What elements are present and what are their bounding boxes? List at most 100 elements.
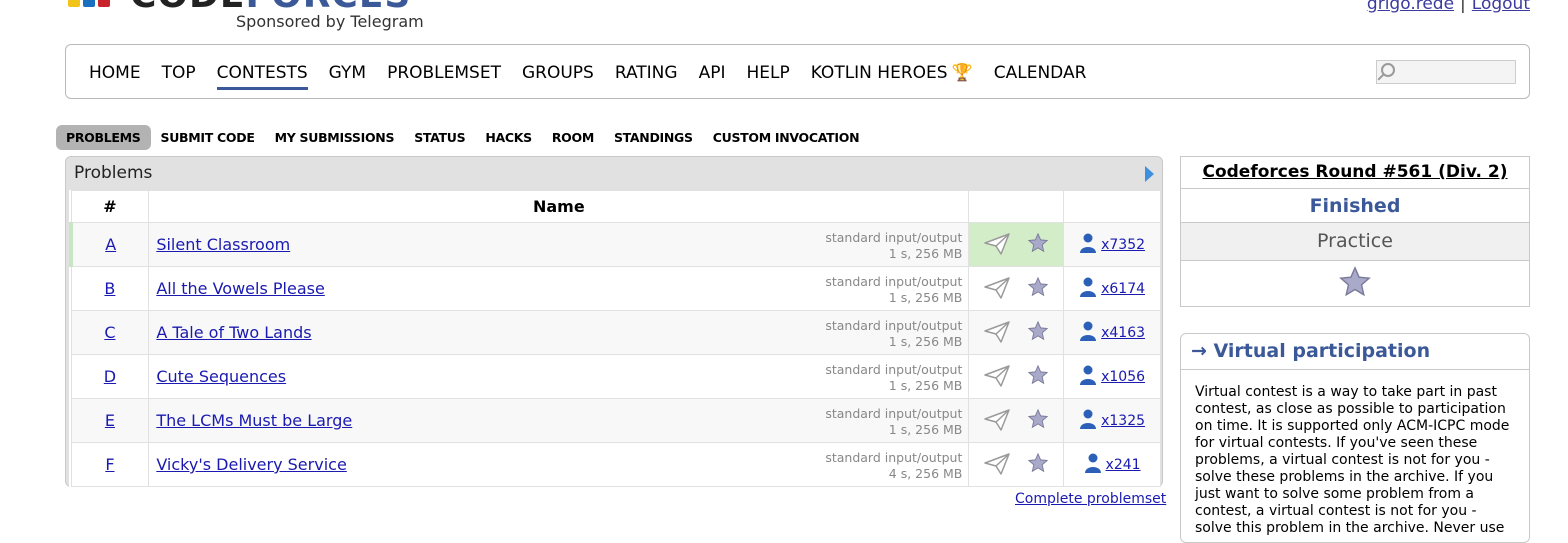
favourite-star-icon[interactable] xyxy=(1027,452,1049,478)
menu-item-gym[interactable]: GYM xyxy=(329,63,366,83)
problem-name-link[interactable]: Cute Sequences xyxy=(156,367,286,386)
problem-solved-cell: x1056 xyxy=(1063,354,1161,399)
problem-index-cell: C xyxy=(70,310,150,355)
problem-index-cell: F xyxy=(70,442,150,487)
menu-item-rating[interactable]: RATING xyxy=(615,63,678,83)
menu-item-home[interactable]: HOME xyxy=(89,63,141,83)
table-row: A Silent Classroom standard input/output 1 … xyxy=(69,222,1161,267)
submenu-item-room[interactable]: ROOM xyxy=(542,125,604,150)
sponsor-text: Sponsored by Telegram xyxy=(236,12,424,31)
user-icon xyxy=(1079,233,1097,257)
column-header-name: Name xyxy=(148,190,970,223)
submit-plane-icon[interactable] xyxy=(983,320,1011,348)
menu-item-label: HELP xyxy=(746,63,790,83)
expand-arrow-icon[interactable] xyxy=(1145,166,1154,182)
favourite-contest-row xyxy=(1181,261,1529,307)
table-row: B All the Vowels Please standard input/out… xyxy=(70,266,1161,311)
main-menu-list: HOME TOP CONTESTS GYM PROBLEMSET GROUPS RATING… xyxy=(89,63,1107,90)
problem-index-link[interactable]: F xyxy=(105,455,114,474)
submenu-item-problems[interactable]: PROBLEMS xyxy=(56,125,151,150)
solved-count-link[interactable]: x1325 xyxy=(1101,413,1145,429)
menu-item-kotlin-heroes[interactable]: KOTLIN HEROES 🏆 xyxy=(811,63,973,83)
menu-item-top[interactable]: TOP xyxy=(162,63,196,83)
table-row: D Cute Sequences standard input/output 1 s,… xyxy=(70,354,1161,399)
menu-item-label: HOME xyxy=(89,63,141,83)
submit-plane-icon[interactable] xyxy=(983,276,1011,304)
user-links-separator: | xyxy=(1460,0,1466,14)
menu-item-problemset[interactable]: PROBLEMSET xyxy=(387,63,501,83)
problem-io-text: standard input/output xyxy=(825,450,963,465)
contest-title-link[interactable]: Codeforces Round #561 (Div. 2) xyxy=(1202,162,1507,182)
favourite-star-icon[interactable] xyxy=(1027,408,1049,434)
problem-name-link[interactable]: A Tale of Two Lands xyxy=(156,323,311,342)
favourite-star-icon[interactable] xyxy=(1027,320,1049,346)
problem-solved-cell: x7352 xyxy=(1063,222,1161,267)
problem-name-link[interactable]: Vicky's Delivery Service xyxy=(156,455,346,474)
problem-index-cell: A xyxy=(69,222,150,267)
logo-blocks xyxy=(68,0,113,11)
solved-count-link[interactable]: x6174 xyxy=(1101,281,1145,297)
user-icon xyxy=(1079,365,1097,389)
menu-item-label: PROBLEMSET xyxy=(387,63,501,83)
submit-plane-icon[interactable] xyxy=(983,408,1011,436)
problem-name-link[interactable]: Silent Classroom xyxy=(156,235,290,254)
solved-count-link[interactable]: x241 xyxy=(1106,457,1141,473)
complete-problemset-link[interactable]: Complete problemset xyxy=(1015,491,1166,507)
submenu-item-status[interactable]: STATUS xyxy=(404,125,475,150)
problem-index-link[interactable]: C xyxy=(104,323,115,342)
problem-name-cell: Silent Classroom standard input/output 1 s… xyxy=(148,222,970,267)
problem-index-link[interactable]: E xyxy=(105,411,115,430)
problem-solved-cell: x6174 xyxy=(1063,266,1161,311)
problem-name-cell: Cute Sequences standard input/output 1 s, … xyxy=(148,354,970,399)
menu-item-groups[interactable]: GROUPS xyxy=(522,63,594,83)
submit-plane-icon[interactable] xyxy=(983,232,1011,260)
menu-item-label: API xyxy=(698,63,726,83)
menu-item-calendar[interactable]: CALENDAR xyxy=(994,63,1087,83)
menu-item-help[interactable]: HELP xyxy=(746,63,789,83)
problem-name-link[interactable]: All the Vowels Please xyxy=(156,279,324,298)
problem-index-link[interactable]: A xyxy=(105,235,116,254)
problem-solved-cell: x241 xyxy=(1063,442,1161,487)
problem-io-text: standard input/output xyxy=(825,230,963,245)
problem-limits: standard input/output 1 s, 256 MB xyxy=(825,362,962,394)
problem-index-link[interactable]: B xyxy=(104,279,115,298)
problem-io-text: standard input/output xyxy=(825,274,963,289)
problem-solved-cell: x4163 xyxy=(1063,310,1161,355)
submenu-item-hacks[interactable]: HACKS xyxy=(475,125,542,150)
favourite-star-icon[interactable] xyxy=(1027,276,1049,302)
logo-block-blue xyxy=(83,0,95,7)
problem-index-link[interactable]: D xyxy=(104,367,116,386)
column-header-solved xyxy=(1063,190,1161,223)
logout-link[interactable]: Logout xyxy=(1472,0,1530,14)
submenu-item-my-submissions[interactable]: MY SUBMISSIONS xyxy=(265,125,405,150)
problem-index-cell: B xyxy=(70,266,150,311)
menu-item-label: TOP xyxy=(161,63,196,83)
user-profile-link[interactable]: grigo.rede xyxy=(1367,0,1454,14)
problem-index-cell: D xyxy=(70,354,150,399)
contest-info-box: Codeforces Round #561 (Div. 2) Finished … xyxy=(1180,156,1530,307)
menu-item-contests[interactable]: CONTESTS xyxy=(216,63,308,90)
submenu-item-submit-code[interactable]: SUBMIT CODE xyxy=(151,125,265,150)
solved-count-link[interactable]: x4163 xyxy=(1101,325,1145,341)
menu-item-label: CONTESTS xyxy=(216,63,308,83)
favourite-star-icon[interactable] xyxy=(1338,265,1372,299)
favourite-star-icon[interactable] xyxy=(1027,364,1049,390)
submit-plane-icon[interactable] xyxy=(983,452,1011,480)
problem-name-cell: All the Vowels Please standard input/outp… xyxy=(148,266,970,311)
menu-item-api[interactable]: API xyxy=(699,63,726,83)
column-header-actions xyxy=(968,190,1065,223)
submenu-item-custom-invocation[interactable]: CUSTOM INVOCATION xyxy=(703,125,870,150)
codeforces-logo[interactable]: CODEFORCES Sponsored by Telegram xyxy=(68,0,428,34)
submenu-item-standings[interactable]: STANDINGS xyxy=(604,125,703,150)
search-input[interactable] xyxy=(1376,60,1516,84)
problem-limits-text: 1 s, 256 MB xyxy=(888,334,963,349)
solved-count-link[interactable]: x7352 xyxy=(1101,237,1145,253)
favourite-star-icon[interactable] xyxy=(1027,232,1049,258)
solved-count-link[interactable]: x1056 xyxy=(1101,369,1145,385)
contest-title-row: Codeforces Round #561 (Div. 2) xyxy=(1181,157,1529,189)
submit-plane-icon[interactable] xyxy=(983,364,1011,392)
problem-name-cell: Vicky's Delivery Service standard input/o… xyxy=(148,442,970,487)
problem-name-link[interactable]: The LCMs Must be Large xyxy=(156,411,352,430)
trophy-icon: 🏆 xyxy=(951,63,973,83)
user-links: grigo.rede | Logout xyxy=(1367,0,1530,14)
